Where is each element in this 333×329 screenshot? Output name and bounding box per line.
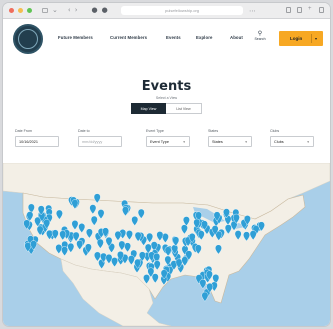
filter-value: 10/16/2021 — [19, 139, 39, 144]
view-toggle: Map View List View — [131, 103, 202, 114]
sidebar-toggle-icon[interactable] — [42, 8, 48, 13]
filter-placeholder: mm/dd/yyyy — [82, 139, 103, 144]
view-selector-label: Select a View — [155, 96, 178, 100]
search-label: Search — [254, 37, 266, 41]
filter-label: Date From — [15, 129, 32, 133]
site-logo[interactable] — [13, 24, 43, 54]
login-divider — [311, 34, 312, 43]
maximize-window-dot[interactable] — [27, 8, 32, 13]
filter-states: States States ▾ — [208, 129, 252, 147]
login-label: Login — [290, 36, 303, 41]
share-icon[interactable] — [297, 7, 302, 13]
address-bar[interactable]: pulsefellowship.org — [121, 6, 243, 15]
browser-window: ⌄ ‹ › ● ● pulsefellowship.org ⋯ + Future… — [3, 3, 330, 326]
back-arrow-icon[interactable]: ‹ — [68, 7, 71, 14]
chevron-down-icon: ▾ — [307, 140, 309, 144]
nav-current-members[interactable]: Current Members — [110, 35, 147, 40]
browser-toolbar: ⌄ ‹ › ● ● pulsefellowship.org ⋯ + — [3, 3, 330, 19]
events-map[interactable] — [3, 163, 330, 326]
map-pin-icon[interactable] — [201, 291, 209, 302]
page-title: Events — [141, 79, 192, 94]
minimize-window-dot[interactable] — [18, 8, 23, 13]
chevron-down-icon: ▾ — [245, 140, 247, 144]
nav-events[interactable]: Events — [166, 35, 181, 40]
chevron-down-icon: ▾ — [183, 140, 185, 144]
event-type-select[interactable]: Event Type ▾ — [146, 136, 190, 147]
close-window-dot[interactable] — [9, 8, 14, 13]
date-from-input[interactable]: 10/16/2021 — [15, 136, 59, 147]
filter-value: Event Type — [150, 139, 169, 144]
download-icon[interactable] — [286, 7, 291, 13]
filter-label: States — [208, 129, 219, 133]
states-select[interactable]: States ▾ — [208, 136, 252, 147]
logo-emblem — [18, 29, 38, 49]
filter-event-type: Event Type Event Type ▾ — [146, 129, 190, 147]
nav-about[interactable]: About — [230, 35, 243, 40]
extension-icon[interactable]: ● — [102, 7, 108, 14]
tab-overview-icon[interactable] — [319, 7, 324, 13]
search-button[interactable]: ⚲ Search — [253, 31, 267, 41]
forward-arrow-icon[interactable]: › — [75, 7, 78, 14]
url-text: pulsefellowship.org — [164, 8, 200, 13]
map-canvas[interactable] — [3, 163, 330, 326]
date-to-input[interactable]: mm/dd/yyyy — [78, 136, 122, 147]
shield-icon[interactable]: ● — [92, 7, 98, 14]
site-header: Future Members Current Members Events Ex… — [3, 19, 330, 59]
filter-date-from: Date From 10/16/2021 — [15, 129, 59, 147]
more-options-icon[interactable]: ⋯ — [249, 8, 256, 15]
map-pin-icon[interactable] — [199, 279, 207, 289]
chevron-down-icon[interactable]: ⌄ — [52, 7, 58, 14]
filter-date-to: Date to mm/dd/yyyy — [78, 129, 122, 147]
login-button[interactable]: Login ▾ — [279, 31, 323, 46]
list-view-button[interactable]: List View — [166, 103, 202, 114]
filter-value: Clubs — [274, 139, 284, 144]
nav-future-members[interactable]: Future Members — [58, 35, 93, 40]
map-view-button[interactable]: Map View — [131, 103, 166, 114]
filter-label: Date to — [78, 129, 90, 133]
filter-value: States — [212, 139, 223, 144]
filter-clubs: Clubs Clubs ▾ — [270, 129, 314, 147]
chevron-down-icon[interactable]: ▾ — [315, 36, 317, 41]
filter-label: Event Type — [146, 129, 164, 133]
nav-explore[interactable]: Explore — [196, 35, 212, 40]
filter-label: Clubs — [270, 129, 280, 133]
clubs-select[interactable]: Clubs ▾ — [270, 136, 314, 147]
new-tab-icon[interactable]: + — [308, 6, 313, 13]
browser-actions: + — [286, 6, 324, 13]
